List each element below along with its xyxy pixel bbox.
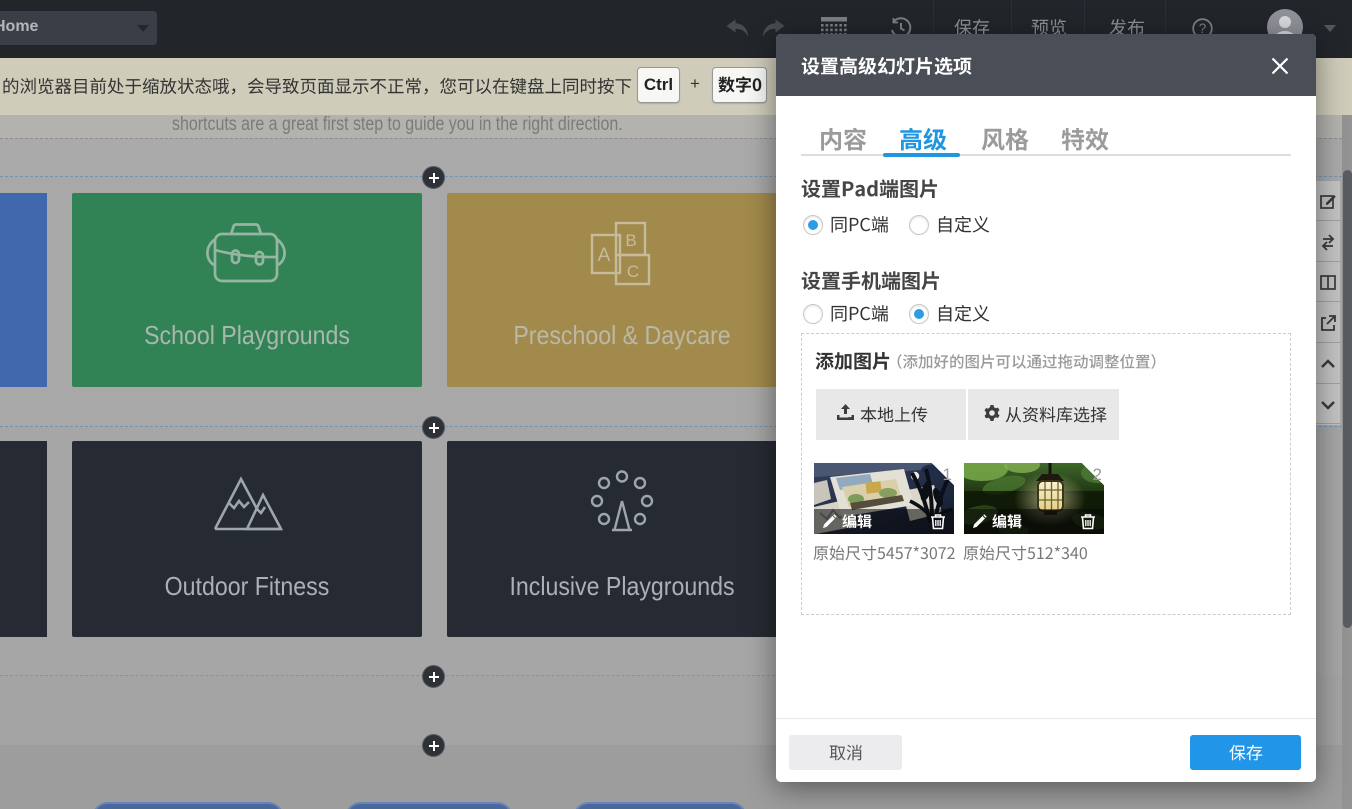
svg-text:B: B: [625, 231, 636, 250]
svg-text:A: A: [598, 245, 611, 266]
svg-text:C: C: [627, 262, 639, 281]
